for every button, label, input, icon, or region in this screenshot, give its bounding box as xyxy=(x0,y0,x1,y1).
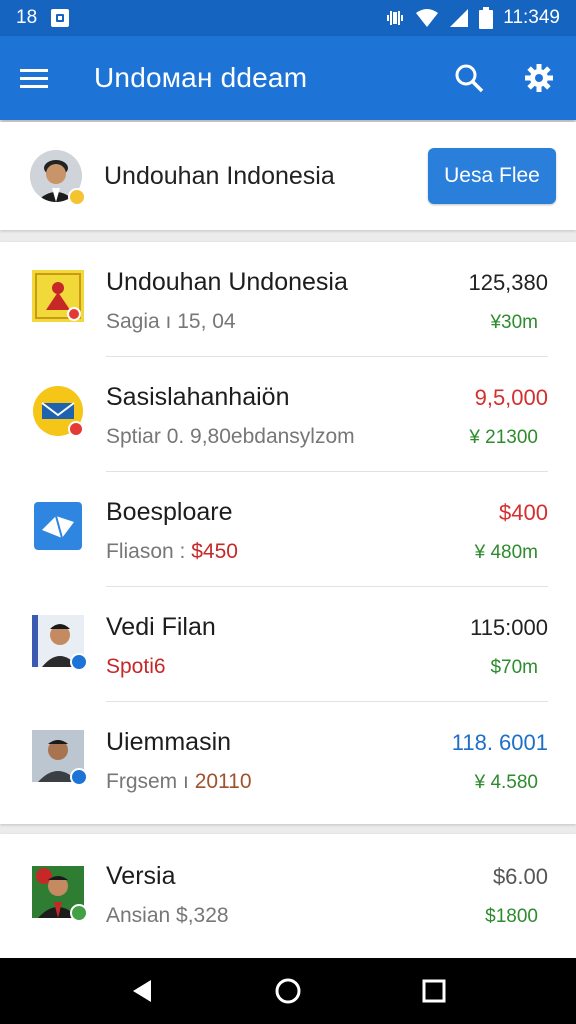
list-item[interactable]: Uiemmasin Frgsem ı 20110 118. 6001 ¥ 4.5… xyxy=(0,702,576,817)
item-sub-amount: ¥ 4.580 xyxy=(474,772,538,793)
stamp-icon xyxy=(32,270,84,322)
item-sub-amount: $70m xyxy=(490,657,538,678)
item-title: Versia xyxy=(106,862,176,890)
vibrate-icon xyxy=(387,11,404,25)
item-subtitle: Frgsem ı 20110 xyxy=(106,770,252,794)
gear-icon[interactable] xyxy=(524,63,554,93)
verified-badge-icon xyxy=(68,188,86,206)
item-sub-amount: ¥ 480m xyxy=(474,542,538,563)
list-item[interactable]: Vedi Filan Spoti6 115:000 $70m xyxy=(0,587,576,702)
use-file-button[interactable]: Uesa Flee xyxy=(428,148,556,204)
item-sub-amount: $1800 xyxy=(485,906,538,927)
badge-icon xyxy=(70,904,88,922)
item-subtitle-prefix: Fliason : xyxy=(106,540,186,563)
item-amount: $6.00 xyxy=(492,864,548,889)
list-item[interactable]: Undouhan Undonesia Sagia ı 15, 04 125,38… xyxy=(0,242,576,357)
item-amount: $400 xyxy=(499,500,548,525)
status-time: 11:349 xyxy=(503,7,560,28)
item-amount: 115:000 xyxy=(470,615,548,640)
avatar-icon xyxy=(32,730,88,786)
battery-icon xyxy=(479,7,494,29)
item-subtitle: Spoti6 xyxy=(106,655,166,678)
avatar-icon xyxy=(32,866,88,922)
item-title: Uiemmasin xyxy=(106,728,232,756)
item-subtitle-value: $450 xyxy=(191,540,238,563)
transaction-list-continued: Versia Ansian $,328 $6.00 $1800 xyxy=(0,834,576,958)
item-subtitle-prefix: Frgsem ı xyxy=(106,770,189,793)
profile-card: Undouhan Indonesia Uesa Flee xyxy=(0,122,576,230)
status-bar: 18 11:349 xyxy=(0,0,576,36)
item-title: Boesploare xyxy=(106,498,233,526)
mail-icon xyxy=(32,385,84,437)
profile-name: Undouhan Indonesia xyxy=(104,161,335,190)
avatar-icon xyxy=(32,615,88,671)
item-sub-amount: ¥30m xyxy=(490,312,538,333)
item-sub-amount: ¥ 21300 xyxy=(469,427,538,448)
app-title: Undoман ddeam xyxy=(94,62,308,93)
system-nav-bar xyxy=(0,958,576,1024)
back-icon[interactable] xyxy=(129,978,155,1004)
list-item[interactable]: Sasislahanhaiön Sptiar 0. 9,80ebdansylzo… xyxy=(0,357,576,472)
wifi-icon xyxy=(416,9,439,27)
item-subtitle-value: 20110 xyxy=(194,770,252,793)
status-time-left: 18 xyxy=(16,7,38,28)
item-subtitle: Sptiar 0. 9,80ebdansylzom xyxy=(106,425,355,448)
item-amount: 125,380 xyxy=(468,270,548,295)
list-item[interactable]: Versia Ansian $,328 $6.00 $1800 xyxy=(0,834,576,958)
item-amount: 9,5,000 xyxy=(474,385,548,410)
item-title: Sasislahanhaiön xyxy=(106,383,290,411)
item-title: Undouhan Undonesia xyxy=(106,268,348,296)
list-item[interactable]: Boesploare Fliason : $450 $400 ¥ 480m xyxy=(0,472,576,587)
envelope-icon xyxy=(32,500,84,552)
item-subtitle: Ansian $,328 xyxy=(106,904,229,927)
item-subtitle: Fliason : $450 xyxy=(106,540,238,564)
profile-avatar[interactable] xyxy=(30,150,86,206)
menu-icon[interactable] xyxy=(20,66,50,90)
home-icon[interactable] xyxy=(273,976,303,1006)
signal-icon xyxy=(450,9,469,27)
transaction-list: Undouhan Undonesia Sagia ı 15, 04 125,38… xyxy=(0,242,576,824)
notification-icon xyxy=(51,9,70,27)
item-title: Vedi Filan xyxy=(106,613,216,641)
item-subtitle: Sagia ı 15, 04 xyxy=(106,310,236,333)
badge-icon xyxy=(70,768,88,786)
recent-apps-icon[interactable] xyxy=(421,978,447,1004)
item-amount: 118. 6001 xyxy=(451,730,548,755)
badge-icon xyxy=(70,653,88,671)
search-icon[interactable] xyxy=(454,63,484,93)
app-bar: Undoман ddeam xyxy=(0,36,576,120)
